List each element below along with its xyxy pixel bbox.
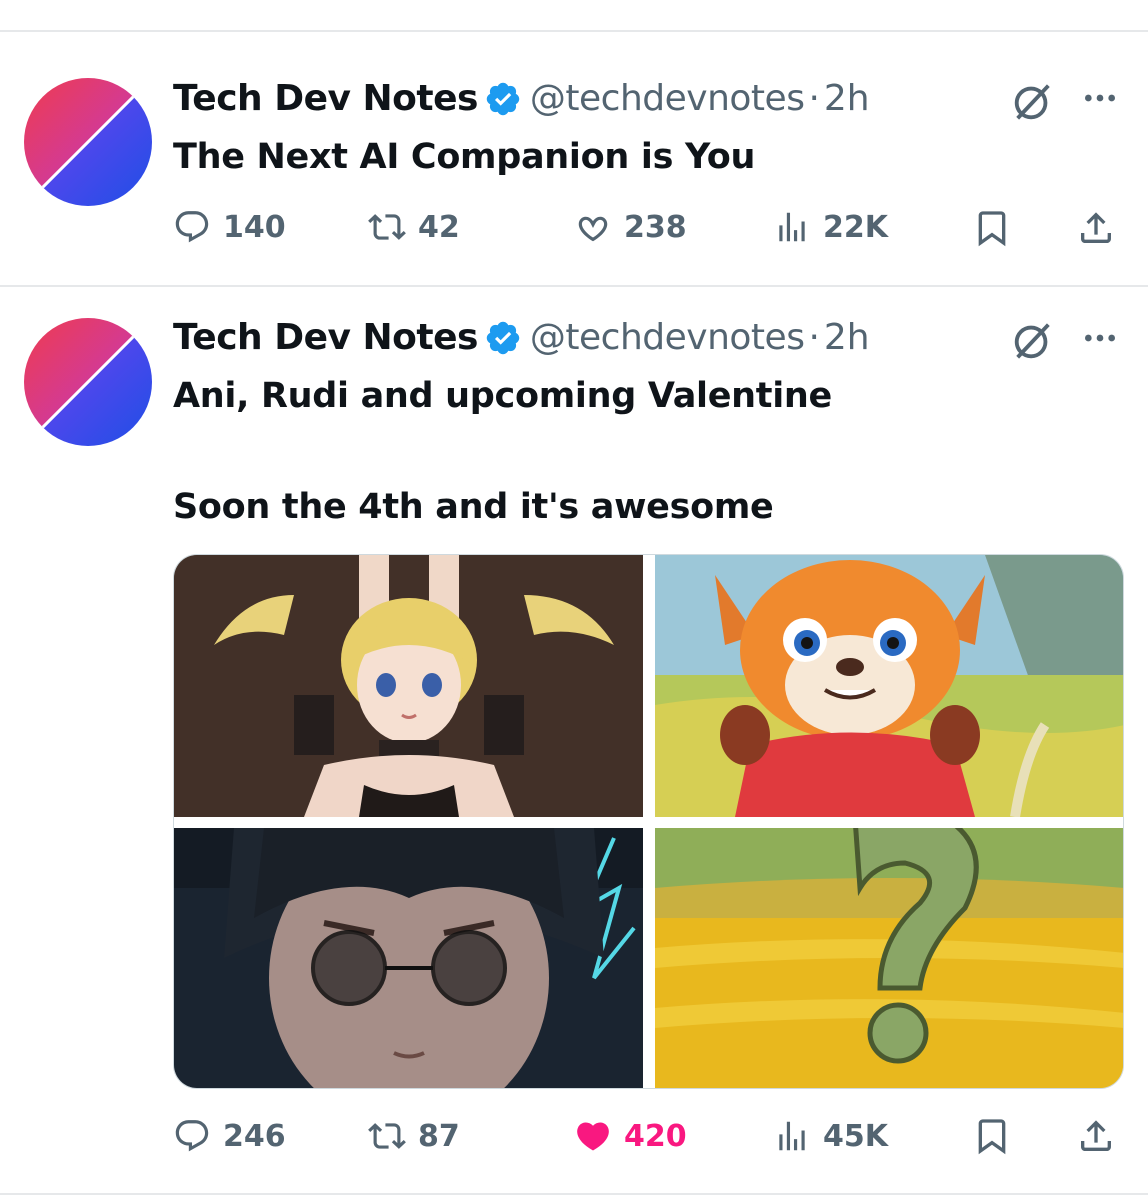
media-rudi[interactable] — [655, 555, 1123, 817]
heart-icon — [577, 1122, 609, 1151]
repost-count: 87 — [418, 1118, 460, 1154]
tweet-text-line-1: Ani, Rudi and upcoming Valentine — [173, 376, 832, 416]
media-ani[interactable] — [174, 555, 643, 817]
media-question[interactable] — [655, 828, 1123, 1088]
tweet-text-line-2: Soon the 4th and it's awesome — [173, 487, 774, 527]
like-button[interactable]: 420 — [574, 1112, 687, 1160]
share-icon[interactable] — [1076, 1116, 1116, 1156]
reply-icon — [175, 1120, 209, 1152]
bookmark-icon[interactable] — [972, 1116, 1012, 1156]
media-grid — [173, 554, 1124, 1089]
tweet-header: Tech Dev Notes @techdevnotes · 2h — [173, 313, 870, 363]
bottom-divider — [0, 1193, 1148, 1195]
view-count: 45K — [823, 1118, 888, 1154]
verified-badge-icon — [486, 321, 520, 355]
separator: · — [808, 317, 820, 358]
media-valentine[interactable] — [174, 828, 643, 1088]
reply-button[interactable]: 246 — [173, 1112, 286, 1160]
timestamp[interactable]: 2h — [824, 313, 870, 363]
views-button[interactable]: 45K — [773, 1112, 888, 1160]
reply-count: 246 — [223, 1118, 286, 1154]
author-handle[interactable]: @techdevnotes — [530, 313, 805, 363]
repost-icon — [368, 1123, 406, 1149]
more-icon[interactable] — [1080, 318, 1120, 358]
repost-button[interactable]: 87 — [368, 1112, 460, 1160]
author-name[interactable]: Tech Dev Notes — [173, 313, 478, 363]
avatar[interactable] — [24, 318, 152, 446]
grok-icon[interactable] — [1010, 317, 1056, 363]
like-count: 420 — [624, 1118, 687, 1154]
tweet-2[interactable]: Tech Dev Notes @techdevnotes · 2h Ani, R… — [0, 0, 1148, 1200]
views-icon — [779, 1121, 805, 1151]
